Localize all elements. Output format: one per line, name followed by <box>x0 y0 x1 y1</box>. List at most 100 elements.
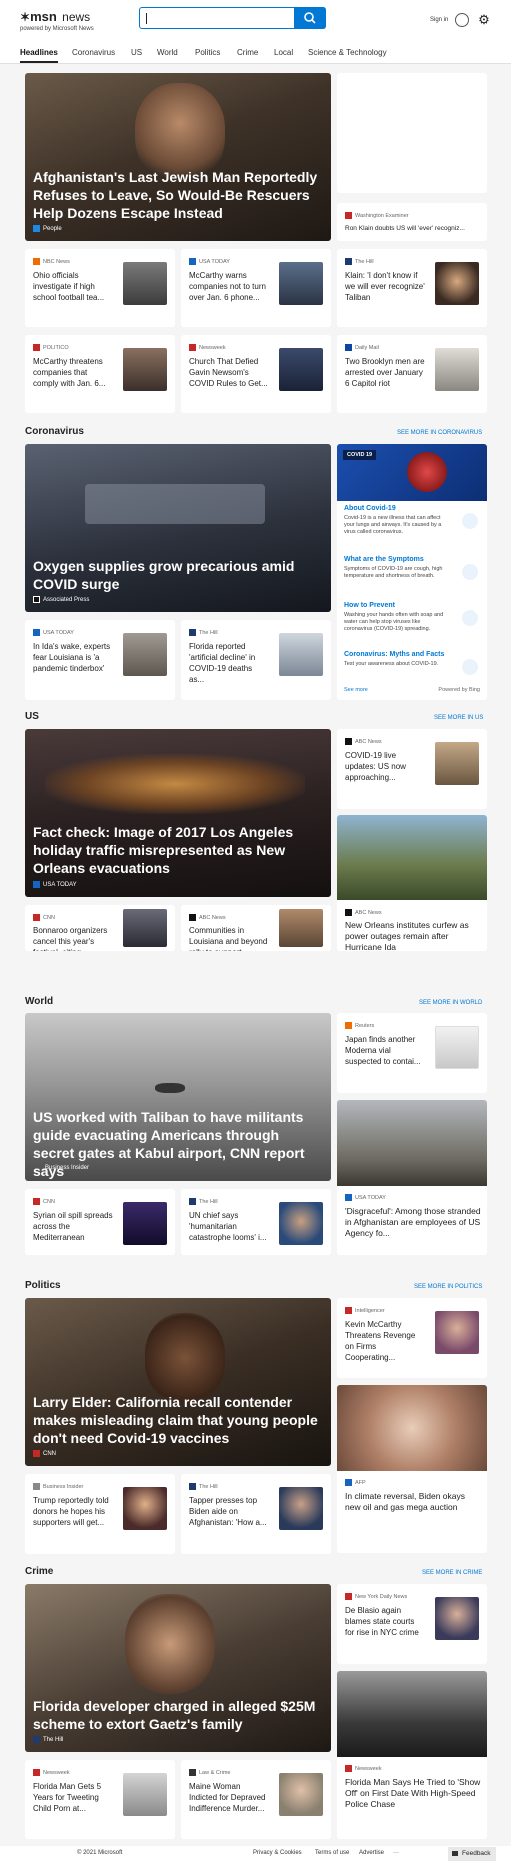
tab-headlines[interactable]: Headlines <box>20 48 58 57</box>
article-thumbnail <box>123 1487 167 1530</box>
article-card[interactable]: New York Daily News De Blasio again blam… <box>337 1584 487 1664</box>
article-source: USA TODAY <box>345 1194 386 1201</box>
covid-badge: COVID 19 <box>343 450 377 460</box>
article-card[interactable]: USA TODAY In Ida's wake, experts fear Lo… <box>25 620 175 700</box>
article-source: CNN <box>33 1198 55 1205</box>
article-source: POLITICO <box>33 344 69 351</box>
hero-card-headlines[interactable]: Afghanistan's Last Jewish Man Reportedly… <box>25 73 331 241</box>
side-card[interactable]: Washington Examiner Ron Klain doubts US … <box>337 203 487 241</box>
article-title: McCarthy warns companies not to turn ove… <box>189 271 266 302</box>
see-more-world[interactable]: SEE MORE IN WORLD <box>419 1000 482 1006</box>
source-icon <box>189 1198 196 1205</box>
article-source: Newsweek <box>189 344 226 351</box>
article-source: Newsweek <box>345 1765 382 1772</box>
article-card[interactable]: Daily Mail Two Brooklyn men are arrested… <box>337 335 487 413</box>
source-icon <box>33 629 40 636</box>
covid-item-prevent[interactable]: How to Prevent Washing your hands often … <box>344 602 480 633</box>
header: ✶msn news powered by Microsoft News Sign… <box>0 0 511 40</box>
article-thumbnail <box>279 1773 323 1816</box>
source-label: People <box>43 226 62 233</box>
covid-item-myths[interactable]: Coronavirus: Myths and Facts Test your a… <box>344 651 480 675</box>
see-more-us[interactable]: SEE MORE IN US <box>434 715 483 721</box>
covid-item-about[interactable]: About Covid-19 Covid-19 is a new illness… <box>344 505 480 536</box>
covid-item-title: What are the Symptoms <box>344 556 424 563</box>
article-title: In Ida's wake, experts fear Louisiana is… <box>33 642 111 673</box>
footer-link-advertise[interactable]: Advertise <box>359 1850 384 1856</box>
article-card[interactable]: The Hill Tapper presses top Biden aide o… <box>181 1474 331 1554</box>
article-source: The Hill <box>189 629 218 636</box>
avatar-icon[interactable] <box>455 13 469 27</box>
article-card-large[interactable]: USA TODAY 'Disgraceful': Among those str… <box>337 1100 487 1255</box>
gear-icon[interactable]: ⚙ <box>477 13 491 27</box>
covid-item-symptoms[interactable]: What are the Symptoms Symptoms of COVID-… <box>344 556 480 580</box>
article-card[interactable]: Law & Crime Maine Woman Indicted for Dep… <box>181 1760 331 1839</box>
source-icon <box>33 258 40 265</box>
tab-world[interactable]: World <box>157 48 178 57</box>
article-source: Business Insider <box>33 1483 83 1490</box>
article-card[interactable]: The Hill Florida reported 'artificial de… <box>181 620 331 700</box>
section-title-crime: Crime <box>25 1566 54 1577</box>
article-source: ABC News <box>345 909 382 916</box>
article-title: UN chief says 'humanitarian catastrophe … <box>189 1211 267 1242</box>
hero-title: Fact check: Image of 2017 Los Angeles ho… <box>33 824 294 876</box>
article-card[interactable]: Business Insider Trump reportedly told d… <box>25 1474 175 1554</box>
article-card[interactable]: ABC News COVID-19 live updates: US now a… <box>337 729 487 809</box>
article-card[interactable]: ABC News Communities in Louisiana and be… <box>181 905 331 951</box>
article-card[interactable]: NBC News Ohio officials investigate if h… <box>25 249 175 327</box>
article-card[interactable]: CNN Syrian oil spill spreads across the … <box>25 1189 175 1255</box>
article-card[interactable]: USA TODAY McCarthy warns companies not t… <box>181 249 331 327</box>
article-title: Florida Man Gets 5 Years for Tweeting Ch… <box>33 1782 102 1813</box>
article-card[interactable]: Newsweek Church That Defied Gavin Newsom… <box>181 335 331 413</box>
msn-logo[interactable]: ✶msn news <box>20 9 90 24</box>
tab-politics[interactable]: Politics <box>195 48 220 57</box>
source-icon <box>33 1198 40 1205</box>
tab-science-technology[interactable]: Science & Technology <box>308 48 387 57</box>
article-card[interactable]: The Hill Klain: 'I don't know if we will… <box>337 249 487 327</box>
covid-see-more[interactable]: See more <box>344 687 368 693</box>
article-thumbnail <box>435 1311 479 1354</box>
virus-image <box>407 452 447 492</box>
hero-card-us[interactable]: Fact check: Image of 2017 Los Angeles ho… <box>25 729 331 897</box>
source-icon <box>345 344 352 351</box>
article-card[interactable]: Intelligencer Kevin McCarthy Threatens R… <box>337 1298 487 1378</box>
footer-link-privacy[interactable]: Privacy & Cookies <box>253 1850 302 1856</box>
feedback-button[interactable]: Feedback <box>448 1847 496 1861</box>
article-thumbnail <box>279 262 323 305</box>
article-card[interactable]: Reuters Japan finds another Moderna vial… <box>337 1013 487 1093</box>
article-title: Bonnaroo organizers cancel this year's f… <box>33 926 108 951</box>
tab-crime[interactable]: Crime <box>237 48 258 57</box>
tab-us[interactable]: US <box>131 48 142 57</box>
source-icon <box>33 1769 40 1776</box>
see-more-politics[interactable]: SEE MORE IN POLITICS <box>414 1284 482 1290</box>
search-button[interactable] <box>294 7 326 29</box>
article-card[interactable]: Newsweek Florida Man Gets 5 Years for Tw… <box>25 1760 175 1839</box>
article-source: USA TODAY <box>33 629 74 636</box>
article-card[interactable]: The Hill UN chief says 'humanitarian cat… <box>181 1189 331 1255</box>
article-source: The Hill <box>189 1483 218 1490</box>
footer-more[interactable]: ··· <box>393 1850 399 1856</box>
see-more-crime[interactable]: SEE MORE IN CRIME <box>422 1570 482 1576</box>
sign-in-link[interactable]: Sign in <box>430 17 448 23</box>
hero-title: Florida developer charged in alleged $25… <box>33 1698 316 1732</box>
hero-card-politics[interactable]: Larry Elder: California recall contender… <box>25 1298 331 1466</box>
source-icon <box>345 909 352 916</box>
covid-item-desc: Washing your hands often with soap and w… <box>344 612 444 632</box>
article-card-large[interactable]: AFP In climate reversal, Biden okays new… <box>337 1385 487 1553</box>
article-source: AFP <box>345 1479 366 1486</box>
hero-card-world[interactable]: US worked with Taliban to have militants… <box>25 1013 331 1181</box>
source-icon <box>33 1450 40 1457</box>
hero-title: Oxygen supplies grow precarious amid COV… <box>33 558 295 592</box>
article-card-large[interactable]: Newsweek Florida Man Says He Tried to 'S… <box>337 1671 487 1839</box>
nav-bar: Headlines Coronavirus US World Politics … <box>0 40 511 64</box>
see-more-coronavirus[interactable]: SEE MORE IN CORONAVIRUS <box>397 430 482 436</box>
footer-link-terms[interactable]: Terms of use <box>315 1850 349 1856</box>
article-card-large[interactable]: ABC News New Orleans institutes curfew a… <box>337 815 487 951</box>
article-card[interactable]: CNN Bonnaroo organizers cancel this year… <box>25 905 175 951</box>
hero-card-crime[interactable]: Florida developer charged in alleged $25… <box>25 1584 331 1752</box>
hero-source: USA TODAY <box>33 881 77 888</box>
tab-local[interactable]: Local <box>274 48 293 57</box>
tab-coronavirus[interactable]: Coronavirus <box>72 48 115 57</box>
copyright: © 2021 Microsoft <box>77 1850 123 1856</box>
article-card[interactable]: POLITICO McCarthy threatens companies th… <box>25 335 175 413</box>
hero-card-coronavirus[interactable]: Oxygen supplies grow precarious amid COV… <box>25 444 331 612</box>
